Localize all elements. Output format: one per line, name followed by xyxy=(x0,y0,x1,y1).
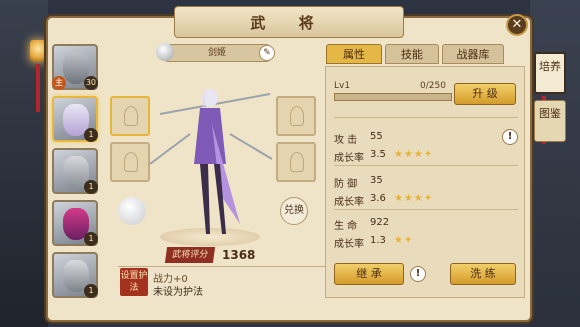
hero-name-bar: 剑姬 xyxy=(160,44,274,62)
close-icon: ✕ xyxy=(511,17,523,32)
defense-value: 35 xyxy=(370,175,383,186)
background-right xyxy=(530,0,580,327)
info-icon[interactable]: ! xyxy=(410,266,426,282)
orb-icon xyxy=(156,43,174,61)
hero-card-4[interactable]: 1 xyxy=(52,200,98,246)
hero-list: 主 30 1 1 1 1 xyxy=(52,44,104,304)
stats-panel: Lv1 0/250 升 级 攻 击 55 ! 成长率 3.5 ★★★✦ 防 御 … xyxy=(325,66,525,298)
divider xyxy=(334,209,518,210)
defense-label: 防 御 xyxy=(334,179,358,190)
defense-growth-label: 成长率 xyxy=(334,197,364,208)
attack-label: 攻 击 xyxy=(334,135,358,146)
rename-button[interactable]: ✎ xyxy=(259,45,275,61)
hp-growth-value: 1.3 xyxy=(370,235,386,246)
gear-slot-4[interactable] xyxy=(276,142,316,182)
level-text: Lv1 xyxy=(334,81,351,91)
slot-emblem-icon xyxy=(124,152,138,172)
attack-growth-stars: ★★★✦ xyxy=(394,149,434,160)
attack-growth-value: 3.5 xyxy=(370,149,386,160)
hp-growth-label: 成长率 xyxy=(334,239,364,250)
side-tab-codex[interactable]: 图鉴 xyxy=(534,100,566,142)
hero-card-5[interactable]: 1 xyxy=(52,252,98,298)
upgrade-button[interactable]: 升 级 xyxy=(454,83,516,105)
hp-label: 生 命 xyxy=(334,221,358,232)
swap-button[interactable]: 兑换 xyxy=(280,197,308,225)
hero-level-badge: 1 xyxy=(84,180,98,194)
hp-growth-stars: ★✦ xyxy=(394,235,414,246)
tassel-left-decoration xyxy=(36,64,40,112)
hero-level-badge: 1 xyxy=(84,128,98,142)
attack-value: 55 xyxy=(370,131,383,142)
page-title: 武 将 xyxy=(250,13,328,32)
inherit-button[interactable]: 继 承 xyxy=(334,263,404,285)
hero-card-2[interactable]: 1 xyxy=(52,96,98,142)
slot-emblem-icon xyxy=(124,106,138,126)
attack-growth-label: 成长率 xyxy=(334,153,364,164)
side-tab-cultivate[interactable]: 培养 xyxy=(534,52,566,94)
main-hero-badge: 主 xyxy=(52,76,66,90)
slot-emblem-icon xyxy=(290,106,304,126)
title-bar: 武 将 xyxy=(174,6,404,38)
rating-value: 1368 xyxy=(222,248,256,262)
tab-skills[interactable]: 技能 xyxy=(385,44,439,64)
hero-rating: 武将评分 1368 xyxy=(160,246,274,266)
hero-level-badge: 1 xyxy=(84,284,98,298)
hero-figure xyxy=(149,89,273,234)
exp-text: 0/250 xyxy=(420,81,446,91)
guard-status: 未设为护法 xyxy=(153,287,203,298)
lantern-decoration xyxy=(30,40,46,62)
hero-level-badge: 1 xyxy=(84,232,98,246)
hero-level-badge: 30 xyxy=(83,76,98,90)
hero-card-1[interactable]: 主 30 xyxy=(52,44,98,90)
hp-value: 922 xyxy=(370,217,390,228)
exp-bar xyxy=(334,93,452,101)
slot-emblem-icon xyxy=(290,152,304,172)
close-button[interactable]: ✕ xyxy=(506,14,528,36)
refine-button[interactable]: 洗 练 xyxy=(450,263,516,285)
guard-box xyxy=(118,266,330,298)
set-guard-button[interactable]: 设置护法 xyxy=(120,268,148,296)
info-icon[interactable]: ! xyxy=(502,129,518,145)
divider xyxy=(334,117,518,118)
divider xyxy=(334,165,518,166)
defense-growth-value: 3.6 xyxy=(370,193,386,204)
gear-slot-3[interactable] xyxy=(276,96,316,136)
hero-name: 剑姬 xyxy=(207,48,226,58)
tab-attributes[interactable]: 属性 xyxy=(326,44,382,64)
rating-label: 武将评分 xyxy=(164,247,216,263)
hero-card-3[interactable]: 1 xyxy=(52,148,98,194)
tab-weapon-library[interactable]: 战器库 xyxy=(442,44,504,64)
defense-growth-stars: ★★★✦ xyxy=(394,193,434,204)
pencil-icon: ✎ xyxy=(263,48,271,58)
